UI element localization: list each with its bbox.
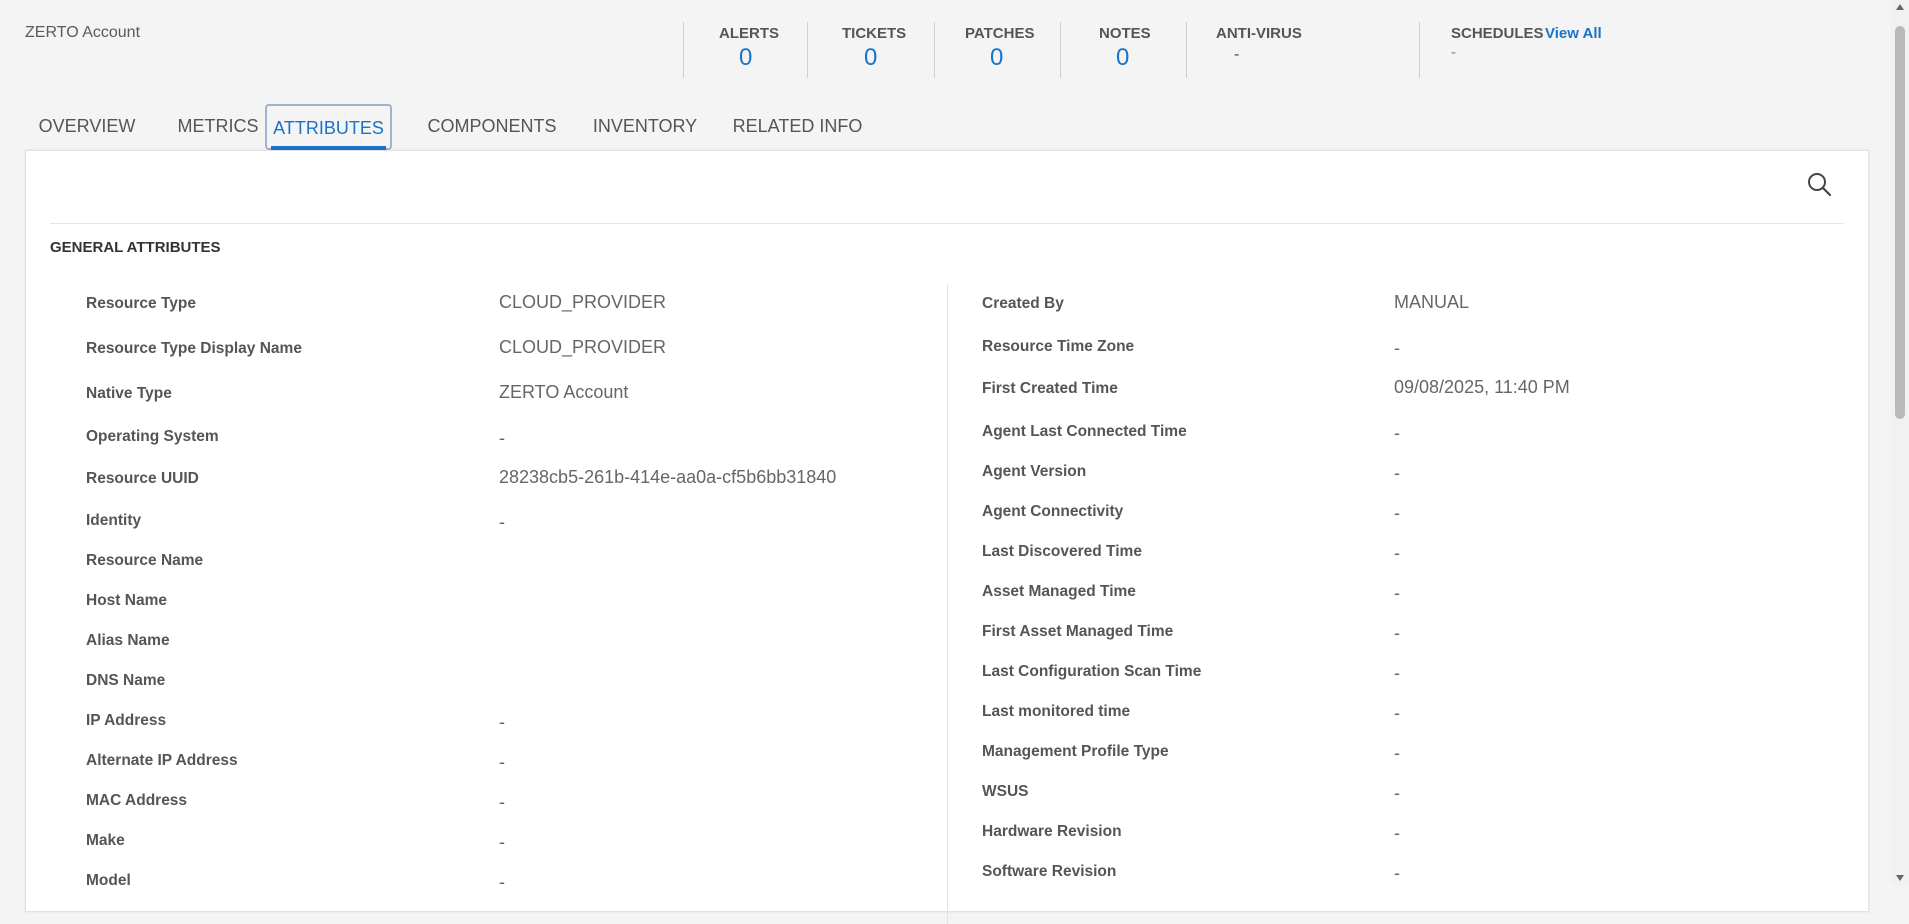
scroll-down-arrow-icon[interactable] [1896, 875, 1904, 881]
tickets-stat[interactable]: TICKETS 0 [807, 22, 935, 78]
alerts-count[interactable]: 0 [739, 44, 752, 72]
attribute-row: Software Revision - [26, 863, 1868, 893]
antivirus-stat: ANTI-VIRUS - [1186, 22, 1420, 78]
attribute-row: Agent Connectivity - [26, 503, 1868, 533]
alerts-stat[interactable]: ALERTS 0 [683, 22, 808, 78]
attribute-value: - [1394, 623, 1400, 643]
tickets-label: TICKETS [842, 25, 907, 42]
attribute-key: WSUS [982, 783, 1029, 800]
scrollbar-thumb[interactable] [1895, 26, 1905, 419]
attribute-key: Asset Managed Time [982, 583, 1136, 600]
attribute-value: - [1394, 783, 1400, 803]
attribute-value: - [1394, 503, 1400, 523]
attribute-key: Last Discovered Time [982, 543, 1142, 560]
attribute-key: First Asset Managed Time [982, 623, 1174, 640]
panel-divider [50, 223, 1844, 224]
attribute-key: Created By [982, 295, 1064, 312]
schedules-view-all-link[interactable]: View All [1545, 25, 1602, 42]
attribute-row: Last Discovered Time - [26, 543, 1868, 573]
schedules-value: - [1451, 44, 1456, 61]
antivirus-value: - [1234, 46, 1240, 63]
attribute-row: Hardware Revision - [26, 823, 1868, 853]
attribute-value: - [1394, 338, 1400, 358]
notes-count[interactable]: 0 [1116, 44, 1129, 72]
attribute-row: Last Configuration Scan Time - [26, 663, 1868, 693]
patches-label: PATCHES [965, 25, 1035, 42]
attribute-key: Agent Version [982, 463, 1087, 480]
antivirus-label: ANTI-VIRUS [1216, 25, 1302, 42]
tickets-count[interactable]: 0 [864, 44, 877, 72]
attribute-key: Resource Time Zone [982, 338, 1135, 355]
search-icon[interactable] [1806, 171, 1832, 197]
attribute-key: Agent Last Connected Time [982, 423, 1187, 440]
attribute-key: Last Configuration Scan Time [982, 663, 1202, 680]
attribute-row: First Asset Managed Time - [26, 623, 1868, 653]
tab-related-info[interactable]: RELATED INFO [710, 104, 885, 150]
tab-components[interactable]: COMPONENTS [410, 104, 574, 150]
attribute-row: Asset Managed Time - [26, 583, 1868, 613]
attribute-row: Last monitored time - [26, 703, 1868, 733]
scroll-up-arrow-icon[interactable] [1896, 4, 1904, 10]
tab-attributes[interactable]: ATTRIBUTES [265, 104, 392, 150]
attribute-value: - [1394, 743, 1400, 763]
attribute-row: Created By MANUAL [26, 292, 1868, 325]
attribute-value: MANUAL [1394, 292, 1470, 312]
attribute-value: - [1394, 463, 1400, 483]
attribute-key: Agent Connectivity [982, 503, 1124, 520]
attribute-value: - [1394, 823, 1400, 843]
tab-inventory[interactable]: INVENTORY [575, 104, 715, 150]
tab-metrics[interactable]: METRICS [164, 104, 272, 150]
schedules-stat: SCHEDULES View All - [1419, 22, 1680, 78]
attribute-key: Management Profile Type [982, 743, 1169, 760]
attribute-row: First Created Time 09/08/2025, 11:40 PM [26, 377, 1868, 410]
attribute-key: Last monitored time [982, 703, 1131, 720]
attribute-value: - [1394, 423, 1400, 443]
attribute-row: Resource Time Zone - [26, 338, 1868, 368]
attributes-panel: GENERAL ATTRIBUTES Resource Type CLOUD_P… [25, 150, 1869, 924]
vertical-scrollbar[interactable] [1891, 0, 1909, 885]
attribute-value: - [1394, 703, 1400, 723]
attribute-key: Software Revision [982, 863, 1117, 880]
patches-stat[interactable]: PATCHES 0 [934, 22, 1061, 78]
attribute-value: - [1394, 863, 1400, 883]
attribute-key: First Created Time [982, 380, 1118, 397]
section-title: GENERAL ATTRIBUTES [50, 239, 221, 256]
attribute-value: - [1394, 583, 1400, 603]
attribute-row: Agent Version - [26, 463, 1868, 493]
tab-overview[interactable]: OVERVIEW [30, 104, 144, 150]
alerts-label: ALERTS [719, 25, 779, 42]
attribute-row: WSUS - [26, 783, 1868, 813]
attribute-value: - [1394, 663, 1400, 683]
attribute-value: - [1394, 543, 1400, 563]
attribute-row: Management Profile Type - [26, 743, 1868, 773]
attribute-key: Hardware Revision [982, 823, 1122, 840]
notes-stat[interactable]: NOTES 0 [1060, 22, 1187, 78]
schedules-label: SCHEDULES [1451, 25, 1544, 42]
resource-title: ZERTO Account [25, 24, 141, 41]
patches-count[interactable]: 0 [990, 44, 1003, 72]
attribute-row: Agent Last Connected Time - [26, 423, 1868, 453]
notes-label: NOTES [1099, 25, 1151, 42]
attribute-value: 09/08/2025, 11:40 PM [1394, 377, 1570, 397]
